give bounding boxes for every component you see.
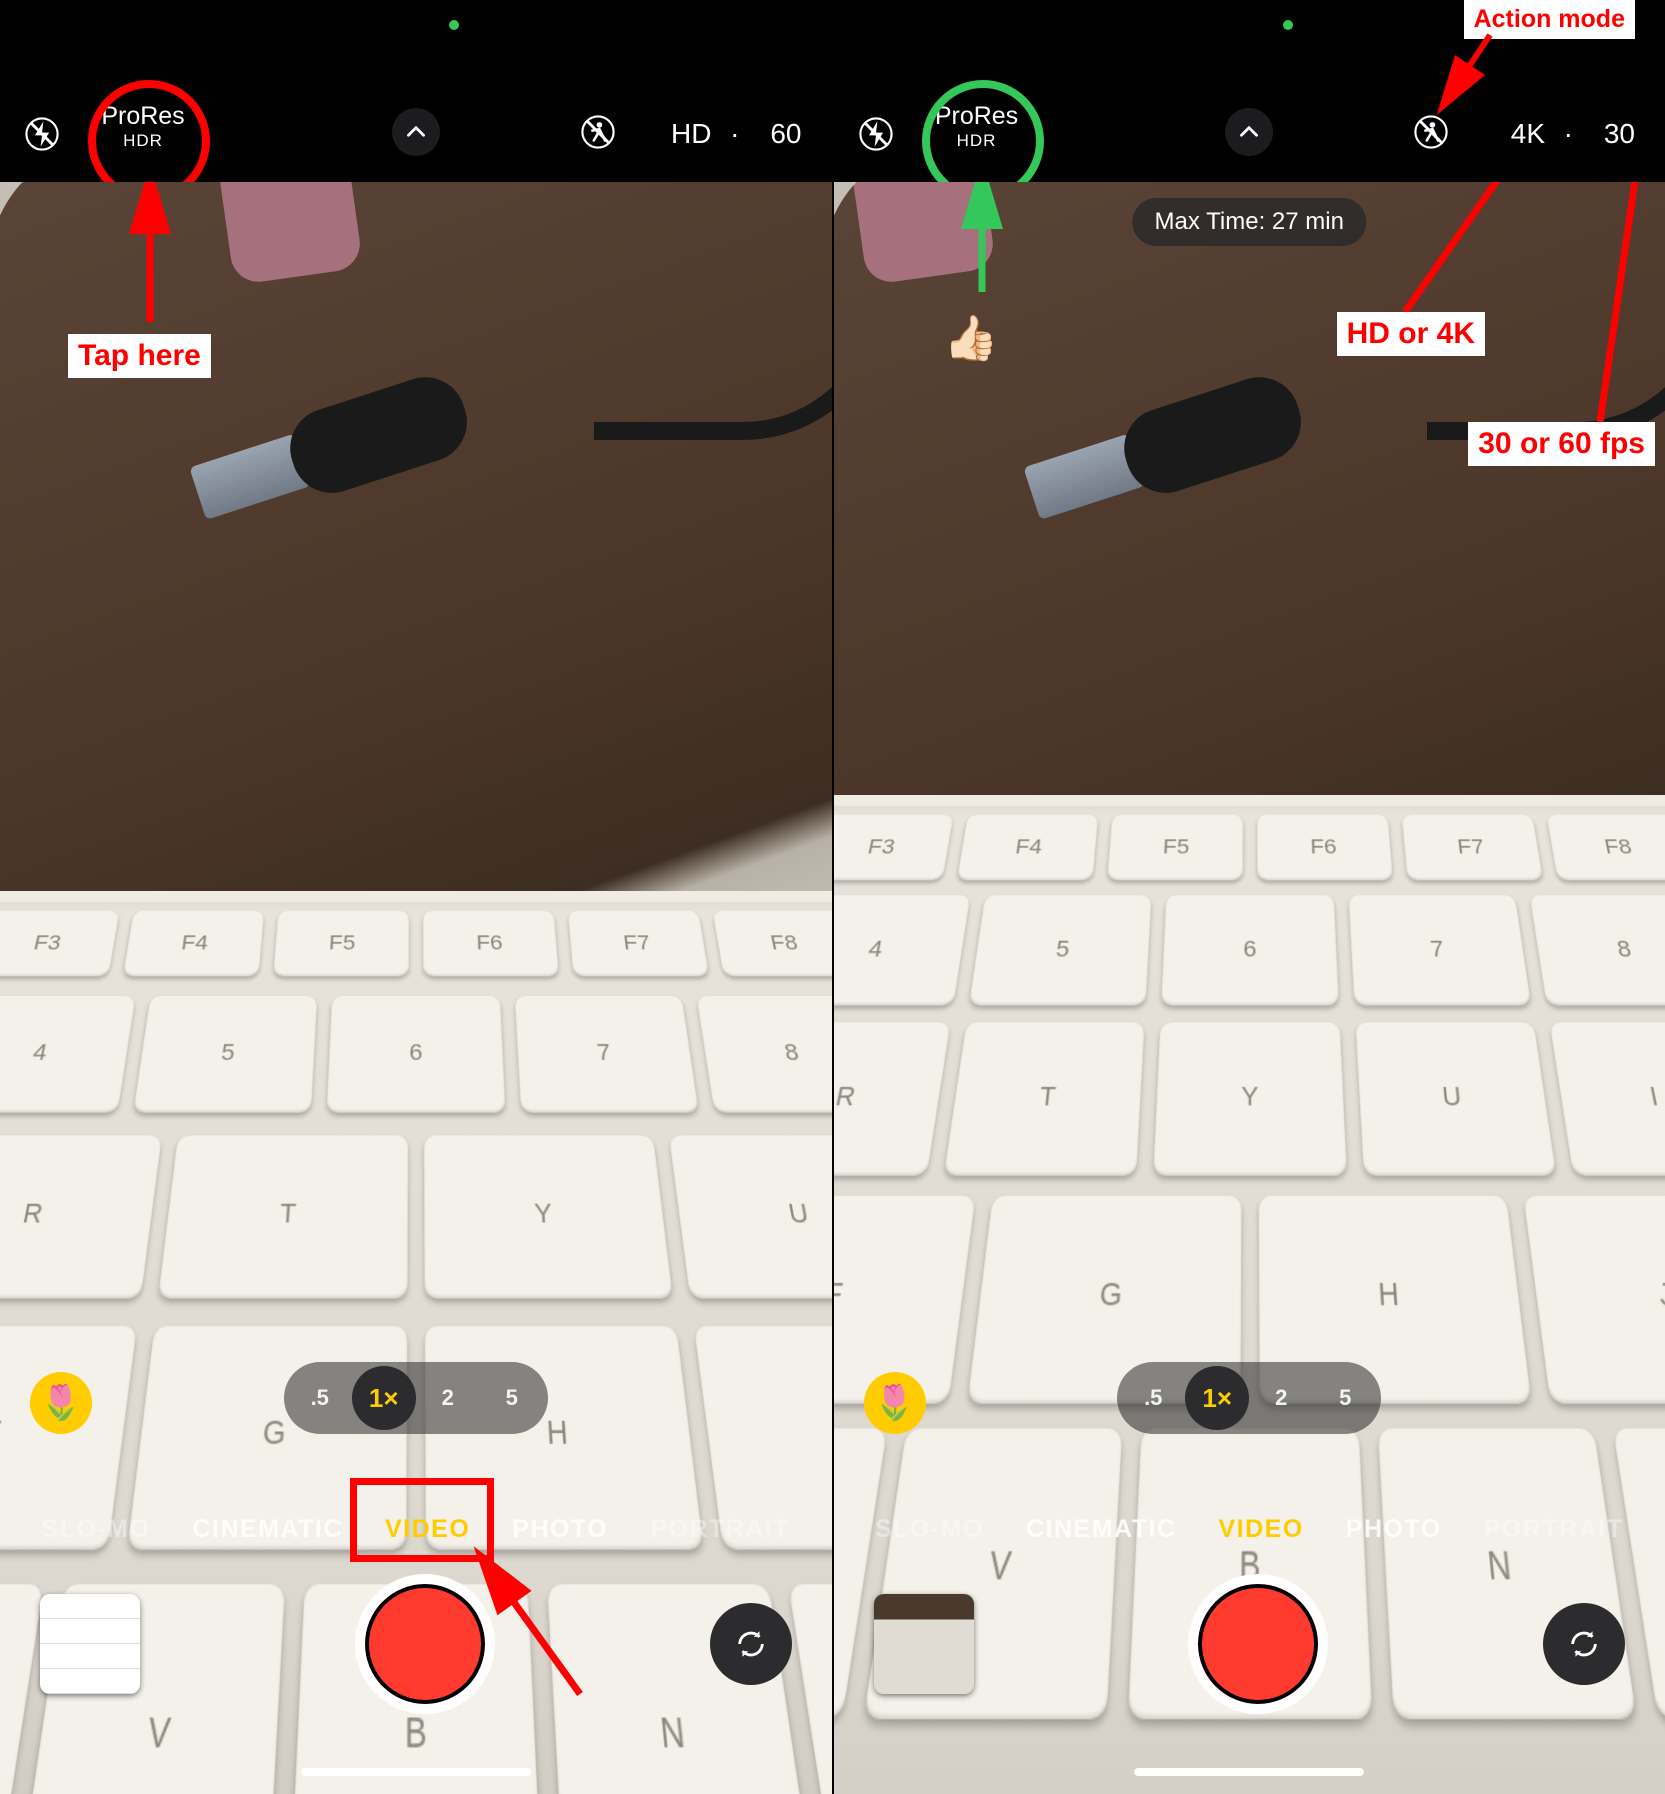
mode-cinematic[interactable]: CINEMATIC: [192, 1515, 343, 1544]
mode-photo[interactable]: PHOTO: [512, 1515, 608, 1544]
decorative-usb: [1018, 366, 1311, 533]
zoom-0.5x[interactable]: .5: [1121, 1366, 1185, 1430]
flash-toggle[interactable]: [852, 110, 900, 158]
fps-toggle[interactable]: 30: [1604, 118, 1635, 150]
flip-camera-icon: [734, 1627, 768, 1661]
flip-camera-button[interactable]: [1543, 1603, 1625, 1685]
mode-photo[interactable]: PHOTO: [1346, 1515, 1442, 1544]
mode-slomo[interactable]: SLO-MO: [875, 1515, 984, 1544]
mode-portrait[interactable]: PORTRAIT: [1484, 1515, 1624, 1544]
last-photo-thumbnail[interactable]: [874, 1594, 974, 1694]
zoom-1x[interactable]: 1×: [1185, 1366, 1249, 1430]
camera-mode-strip[interactable]: SLO-MO CINEMATIC VIDEO PHOTO PORTRAIT: [0, 1515, 832, 1544]
top-toolbar: ProRes HDR HD · 60: [0, 0, 832, 182]
action-mode-icon: [1414, 115, 1448, 149]
resolution-toggle[interactable]: HD: [671, 118, 711, 150]
bottom-controls: [0, 1574, 832, 1714]
annotation-thumbs-up: 👍🏻: [944, 312, 999, 364]
flash-off-icon: [859, 117, 893, 151]
prores-toggle[interactable]: ProRes HDR: [88, 102, 198, 151]
mode-cinematic[interactable]: CINEMATIC: [1026, 1515, 1177, 1544]
flip-camera-icon: [1567, 1627, 1601, 1661]
macro-mode-button[interactable]: 🌷: [30, 1372, 92, 1434]
decorative-object: [216, 182, 363, 285]
chevron-up-icon: [1236, 119, 1262, 145]
flash-off-icon: [25, 117, 59, 151]
zoom-selector[interactable]: .5 1× 2 5: [1117, 1362, 1381, 1434]
annotation-arrow: [1440, 30, 1500, 105]
zoom-1x[interactable]: 1×: [352, 1366, 416, 1430]
separator: ·: [1564, 118, 1573, 150]
expand-controls[interactable]: [1225, 108, 1273, 156]
tulip-icon: 🌷: [873, 1383, 915, 1423]
prores-label: ProRes: [935, 102, 1018, 130]
annotation-tap-here: Tap here: [68, 334, 211, 378]
zoom-2x[interactable]: 2: [1249, 1366, 1313, 1430]
zoom-selector[interactable]: .5 1× 2 5: [284, 1362, 548, 1434]
record-button[interactable]: [355, 1574, 495, 1714]
camera-mode-strip[interactable]: SLO-MO CINEMATIC VIDEO PHOTO PORTRAIT: [834, 1515, 1665, 1544]
resolution-toggle[interactable]: 4K: [1511, 118, 1545, 150]
fps-toggle[interactable]: 60: [770, 118, 801, 150]
annotation-hd-or-4k: HD or 4K: [1337, 312, 1485, 356]
flash-toggle[interactable]: [18, 110, 66, 158]
zoom-5x[interactable]: 5: [1313, 1366, 1377, 1430]
mode-slomo[interactable]: SLO-MO: [41, 1515, 150, 1544]
action-mode-toggle[interactable]: [574, 108, 622, 156]
zoom-5x[interactable]: 5: [480, 1366, 544, 1430]
annotation-30-or-60-fps: 30 or 60 fps: [1468, 422, 1655, 466]
viewfinder[interactable]: F3F4F5F6F7F8 45678 RTYUI FGHJ CVBNM Max …: [834, 182, 1665, 1794]
top-toolbar: ProRes HDR 4K · 30 Action mode: [834, 0, 1665, 182]
privacy-indicator-dot: [449, 20, 459, 30]
max-time-pill: Max Time: 27 min: [1133, 198, 1366, 246]
separator: ·: [730, 118, 739, 150]
prores-toggle[interactable]: ProRes HDR: [922, 102, 1032, 151]
bottom-controls: [834, 1574, 1665, 1714]
last-photo-thumbnail[interactable]: [40, 1594, 140, 1694]
home-indicator[interactable]: [1134, 1768, 1364, 1776]
annotation-action-mode: Action mode: [1464, 0, 1635, 39]
decorative-usb: [185, 366, 478, 533]
left-screenshot: ProRes HDR HD · 60 F3F4F5F6F7F8 45678: [0, 0, 832, 1794]
home-indicator[interactable]: [301, 1768, 531, 1776]
decorative-cable: [0, 182, 170, 482]
macro-mode-button[interactable]: 🌷: [864, 1372, 926, 1434]
mode-portrait[interactable]: PORTRAIT: [650, 1515, 790, 1544]
privacy-indicator-dot: [1283, 20, 1293, 30]
zoom-2x[interactable]: 2: [416, 1366, 480, 1430]
viewfinder[interactable]: F3F4F5F6F7F8 45678 RTYU FGHJ CVBNM 🌷 .5 …: [0, 182, 832, 1794]
record-button[interactable]: [1188, 1574, 1328, 1714]
decorative-cable: [594, 182, 832, 440]
flip-camera-button[interactable]: [710, 1603, 792, 1685]
action-mode-toggle[interactable]: [1407, 108, 1455, 156]
right-screenshot: ProRes HDR 4K · 30 Action mode F3F4F5F6F…: [834, 0, 1665, 1794]
chevron-up-icon: [403, 119, 429, 145]
action-mode-icon: [581, 115, 615, 149]
prores-label: ProRes: [101, 102, 184, 130]
prores-sublabel: HDR: [88, 131, 198, 151]
decorative-cable: [1427, 182, 1665, 440]
tulip-icon: 🌷: [40, 1383, 82, 1423]
mode-video[interactable]: VIDEO: [385, 1515, 470, 1544]
prores-sublabel: HDR: [922, 131, 1032, 151]
expand-controls[interactable]: [392, 108, 440, 156]
mode-video[interactable]: VIDEO: [1219, 1515, 1304, 1544]
zoom-0.5x[interactable]: .5: [288, 1366, 352, 1430]
